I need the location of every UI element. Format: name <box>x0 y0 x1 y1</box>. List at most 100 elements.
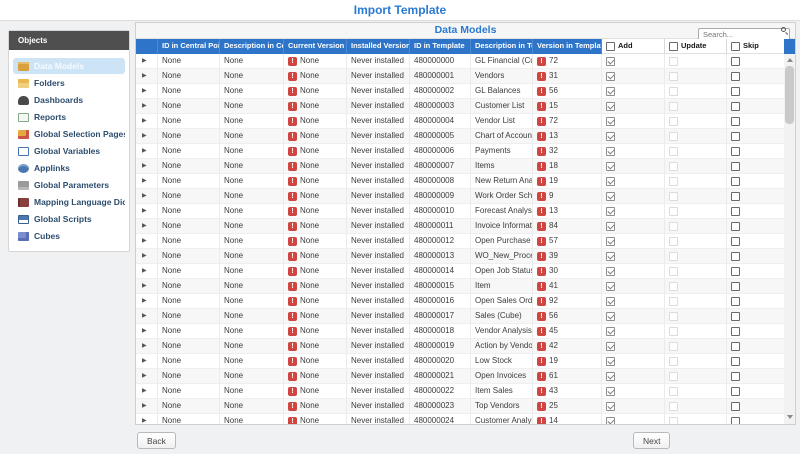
sidebar-item-global-selection-pages[interactable]: Global Selection Pages <box>13 126 125 142</box>
sidebar-item-mapping-language-dictionaries[interactable]: Mapping Language Dictionaries <box>13 194 125 210</box>
scroll-up-button[interactable] <box>784 54 795 65</box>
add-checkbox[interactable] <box>606 131 615 141</box>
column-header-current-version-in-c-[interactable]: Current Version in C... <box>284 39 347 54</box>
sidebar-item-applinks[interactable]: Applinks <box>13 160 125 176</box>
skip-checkbox[interactable] <box>731 161 740 171</box>
add-checkbox[interactable] <box>606 101 615 111</box>
expand-row-icon[interactable]: ▶ <box>142 294 147 308</box>
expand-row-icon[interactable]: ▶ <box>142 144 147 158</box>
add-select-all-checkbox[interactable] <box>606 41 615 51</box>
skip-checkbox[interactable] <box>731 56 740 66</box>
expand-row-icon[interactable]: ▶ <box>142 69 147 83</box>
skip-checkbox[interactable] <box>731 116 740 126</box>
skip-checkbox[interactable] <box>731 146 740 156</box>
expand-row-icon[interactable]: ▶ <box>142 174 147 188</box>
search-icon[interactable] <box>781 27 786 32</box>
add-checkbox[interactable] <box>606 416 615 424</box>
back-button[interactable]: Back <box>137 432 176 449</box>
add-checkbox[interactable] <box>606 206 615 216</box>
expand-row-icon[interactable]: ▶ <box>142 414 147 424</box>
expand-row-icon[interactable]: ▶ <box>142 99 147 113</box>
column-header-expand[interactable] <box>136 39 158 54</box>
add-checkbox[interactable] <box>606 146 615 156</box>
expand-row-icon[interactable]: ▶ <box>142 384 147 398</box>
expand-row-icon[interactable]: ▶ <box>142 249 147 263</box>
skip-checkbox[interactable] <box>731 341 740 351</box>
skip-checkbox[interactable] <box>731 191 740 201</box>
skip-checkbox[interactable] <box>731 86 740 96</box>
skip-checkbox[interactable] <box>731 71 740 81</box>
add-checkbox[interactable] <box>606 236 615 246</box>
column-header-add[interactable]: Add <box>602 39 665 54</box>
scrollbar-thumb[interactable] <box>785 66 794 124</box>
add-checkbox[interactable] <box>606 341 615 351</box>
add-checkbox[interactable] <box>606 281 615 291</box>
column-header-version-in-template[interactable]: Version in Template <box>533 39 602 54</box>
add-checkbox[interactable] <box>606 356 615 366</box>
column-header-skip[interactable]: Skip <box>727 39 786 54</box>
next-button[interactable]: Next <box>633 432 671 449</box>
skip-checkbox[interactable] <box>731 311 740 321</box>
sidebar-item-cubes[interactable]: Cubes <box>13 228 125 244</box>
sidebar-item-global-scripts[interactable]: Global Scripts <box>13 211 125 227</box>
add-checkbox[interactable] <box>606 251 615 261</box>
skip-checkbox[interactable] <box>731 401 740 411</box>
skip-checkbox[interactable] <box>731 236 740 246</box>
skip-checkbox[interactable] <box>731 251 740 261</box>
add-checkbox[interactable] <box>606 296 615 306</box>
add-checkbox[interactable] <box>606 86 615 96</box>
add-checkbox[interactable] <box>606 221 615 231</box>
column-header-description-in-cent-[interactable]: Description in Cent... <box>220 39 284 54</box>
sidebar-item-dashboards[interactable]: Dashboards <box>13 92 125 108</box>
sidebar-item-global-variables[interactable]: Global Variables <box>13 143 125 159</box>
expand-row-icon[interactable]: ▶ <box>142 324 147 338</box>
skip-checkbox[interactable] <box>731 101 740 111</box>
expand-row-icon[interactable]: ▶ <box>142 234 147 248</box>
column-header-update[interactable]: Update <box>665 39 727 54</box>
expand-row-icon[interactable]: ▶ <box>142 159 147 173</box>
add-checkbox[interactable] <box>606 386 615 396</box>
skip-checkbox[interactable] <box>731 206 740 216</box>
sidebar-item-data-models[interactable]: Data Models <box>13 58 125 74</box>
expand-row-icon[interactable]: ▶ <box>142 54 147 68</box>
expand-row-icon[interactable]: ▶ <box>142 129 147 143</box>
add-checkbox[interactable] <box>606 401 615 411</box>
add-checkbox[interactable] <box>606 326 615 336</box>
skip-checkbox[interactable] <box>731 416 740 424</box>
add-checkbox[interactable] <box>606 311 615 321</box>
skip-checkbox[interactable] <box>731 371 740 381</box>
scroll-down-button[interactable] <box>784 411 795 422</box>
expand-row-icon[interactable]: ▶ <box>142 114 147 128</box>
skip-checkbox[interactable] <box>731 386 740 396</box>
expand-row-icon[interactable]: ▶ <box>142 204 147 218</box>
skip-checkbox[interactable] <box>731 176 740 186</box>
column-header-id-in-central-point[interactable]: ID in Central Point <box>158 39 220 54</box>
column-header-installed-version-in-[interactable]: Installed Version in ... <box>347 39 410 54</box>
add-checkbox[interactable] <box>606 71 615 81</box>
add-checkbox[interactable] <box>606 116 615 126</box>
add-checkbox[interactable] <box>606 266 615 276</box>
skip-checkbox[interactable] <box>731 356 740 366</box>
skip-checkbox[interactable] <box>731 221 740 231</box>
expand-row-icon[interactable]: ▶ <box>142 264 147 278</box>
skip-checkbox[interactable] <box>731 296 740 306</box>
expand-row-icon[interactable]: ▶ <box>142 399 147 413</box>
skip-checkbox[interactable] <box>731 281 740 291</box>
add-checkbox[interactable] <box>606 161 615 171</box>
add-checkbox[interactable] <box>606 176 615 186</box>
column-header-id-in-template[interactable]: ID in Template <box>410 39 471 54</box>
expand-row-icon[interactable]: ▶ <box>142 339 147 353</box>
expand-row-icon[interactable]: ▶ <box>142 219 147 233</box>
update-select-all-checkbox[interactable] <box>669 41 678 51</box>
skip-checkbox[interactable] <box>731 131 740 141</box>
expand-row-icon[interactable]: ▶ <box>142 369 147 383</box>
sidebar-item-reports[interactable]: Reports <box>13 109 125 125</box>
expand-row-icon[interactable]: ▶ <box>142 309 147 323</box>
expand-row-icon[interactable]: ▶ <box>142 84 147 98</box>
skip-checkbox[interactable] <box>731 266 740 276</box>
column-header-description-in-tem-[interactable]: Description in Tem... <box>471 39 533 54</box>
skip-select-all-checkbox[interactable] <box>731 41 740 51</box>
expand-row-icon[interactable]: ▶ <box>142 354 147 368</box>
sidebar-item-folders[interactable]: Folders <box>13 75 125 91</box>
add-checkbox[interactable] <box>606 191 615 201</box>
